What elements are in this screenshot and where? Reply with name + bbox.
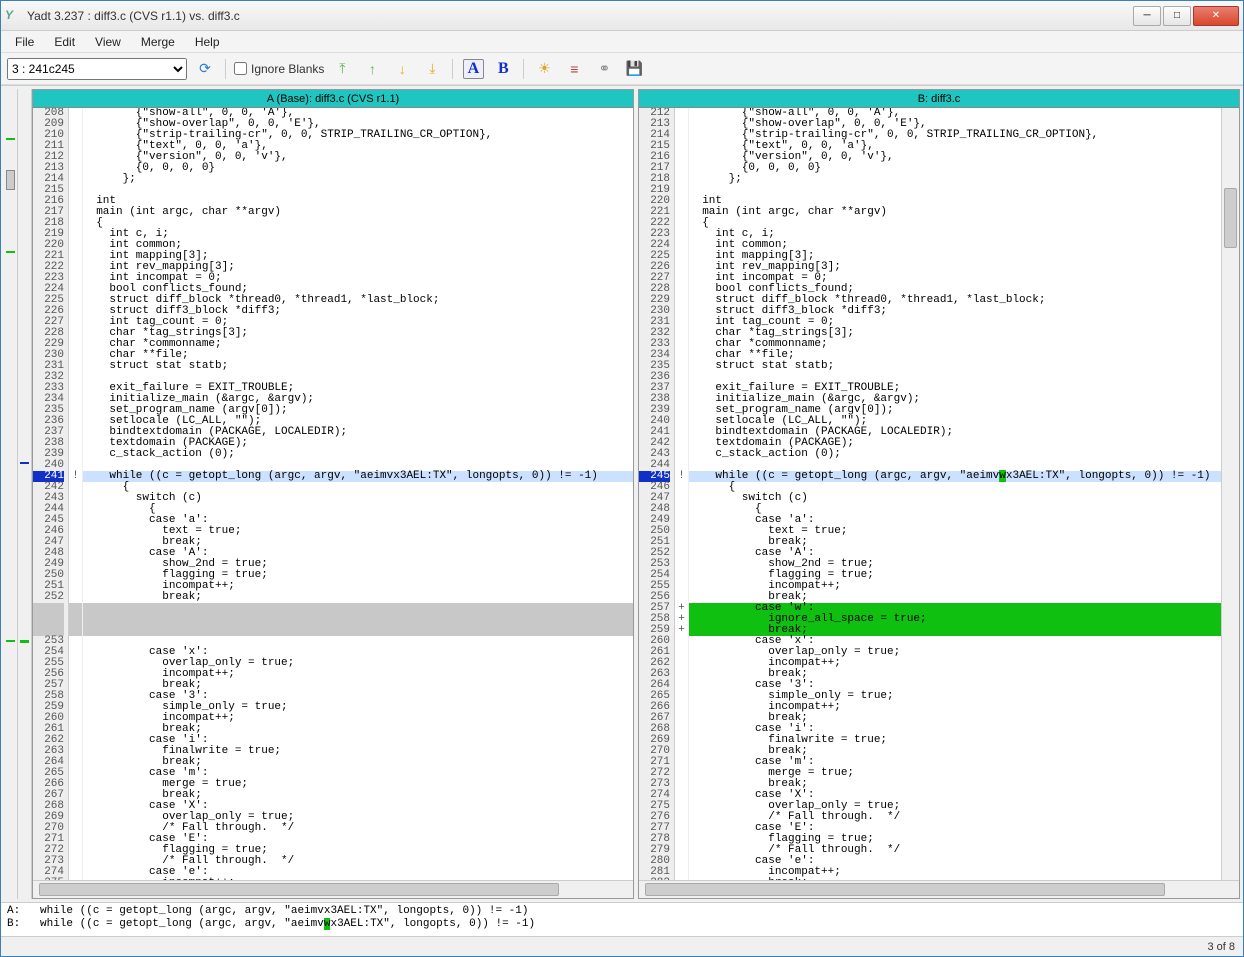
letter-a-icon: A [463,59,485,79]
status-position: 3 of 8 [1207,941,1235,953]
window-buttons: ─ □ ✕ [1133,6,1239,26]
last-diff-button[interactable]: ⤓ [420,57,444,81]
lines-button[interactable]: ≡ [562,57,586,81]
overview-mark [6,640,15,642]
separator [523,59,524,79]
ignore-blanks-label[interactable]: Ignore Blanks [234,62,324,76]
ignore-blanks-checkbox[interactable] [234,62,247,75]
overview-ruler-outer[interactable] [4,89,18,899]
vscroll-thumb[interactable] [1224,188,1237,248]
lines-icon: ≡ [570,61,578,77]
diff-panes: A (Base): diff3.c (CVS r1.1) 20820921021… [32,89,1240,899]
pane-a: A (Base): diff3.c (CVS r1.1) 20820921021… [32,89,634,899]
info-b-label: B: [7,918,20,930]
choose-a-button[interactable]: A [461,57,485,81]
diff-line-info: A: while ((c = getopt_long (argc, argv, … [1,902,1243,936]
pane-b-gutter[interactable]: 2122132142152162172182192202212222232242… [639,108,675,880]
menu-view[interactable]: View [87,33,129,51]
hscroll-thumb[interactable] [39,883,559,896]
pane-a-body: 2082092102112122132142152162172182192202… [33,108,633,880]
choose-b-button[interactable]: B [491,57,515,81]
floppy-icon: 💾 [626,60,643,77]
pane-a-hscroll[interactable] [33,880,633,898]
overview-mark [20,640,29,643]
overview-mark [6,138,15,140]
prev-diff-button[interactable]: ↑ [360,57,384,81]
overview-mark [20,462,29,464]
diff-selector[interactable]: 3 : 241c245 [7,58,187,80]
menu-merge[interactable]: Merge [133,33,183,51]
menu-file[interactable]: File [7,33,42,51]
overview-ruler-inner[interactable] [18,89,32,899]
info-b-line: while ((c = getopt_long (argc, argv, "ae… [20,918,535,930]
pane-b-vscroll[interactable] [1221,108,1239,880]
letter-b-icon: B [498,60,509,78]
arrow-up-bar-icon: ⤒ [339,60,345,77]
ignore-blanks-text: Ignore Blanks [251,62,324,76]
menubar: File Edit View Merge Help [1,31,1243,53]
save-button[interactable]: 💾 [622,57,646,81]
close-button[interactable]: ✕ [1193,6,1239,26]
pane-a-header: A (Base): diff3.c (CVS r1.1) [33,90,633,108]
maximize-button[interactable]: □ [1163,6,1191,26]
arrow-down-icon: ↓ [399,61,406,77]
pane-a-code[interactable]: {"show-all", 0, 0, 'A'}, {"show-overlap"… [83,108,633,880]
refresh-button[interactable]: ⟳ [193,57,217,81]
overview-mark [6,251,15,253]
content-area: A (Base): diff3.c (CVS r1.1) 20820921021… [1,85,1243,902]
window-title: Yadt 3.237 : diff3.c (CVS r1.1) vs. diff… [27,9,1133,23]
hscroll-thumb[interactable] [645,883,1165,896]
pane-a-gutter[interactable]: 2082092102112122132142152162172182192202… [33,108,69,880]
sun-icon: ☀ [538,60,551,77]
link-button[interactable]: ⚭ [592,57,616,81]
link-icon: ⚭ [599,60,611,77]
arrow-down-bar-icon: ⤓ [429,60,435,77]
pane-b-marks: !+++ [675,108,689,880]
statusbar: 3 of 8 [1,936,1243,956]
next-diff-button[interactable]: ↓ [390,57,414,81]
separator [225,59,226,79]
pane-b-header: B: diff3.c [639,90,1239,108]
refresh-icon: ⟳ [199,60,211,77]
pane-b-hscroll[interactable] [639,880,1239,898]
info-a-label: A: [7,905,20,917]
first-diff-button[interactable]: ⤒ [330,57,354,81]
app-icon: Y [5,8,21,24]
toolbar: 3 : 241c245 ⟳ Ignore Blanks ⤒ ↑ ↓ ⤓ A B … [1,53,1243,85]
info-a-line: while ((c = getopt_long (argc, argv, "ae… [20,905,528,917]
minimize-button[interactable]: ─ [1133,6,1161,26]
pane-b: B: diff3.c 21221321421521621721821922022… [638,89,1240,899]
menu-help[interactable]: Help [187,33,228,51]
pane-a-marks: ! [69,108,83,880]
separator [452,59,453,79]
pane-b-code[interactable]: {"show-all", 0, 0, 'A'}, {"show-overlap"… [689,108,1221,880]
titlebar[interactable]: Y Yadt 3.237 : diff3.c (CVS r1.1) vs. di… [1,1,1243,31]
menu-edit[interactable]: Edit [46,33,83,51]
app-window: Y Yadt 3.237 : diff3.c (CVS r1.1) vs. di… [0,0,1244,957]
highlight-button[interactable]: ☀ [532,57,556,81]
pane-b-body: 2122132142152162172182192202212222232242… [639,108,1239,880]
arrow-up-icon: ↑ [369,61,376,77]
overview-viewport[interactable] [6,170,15,190]
